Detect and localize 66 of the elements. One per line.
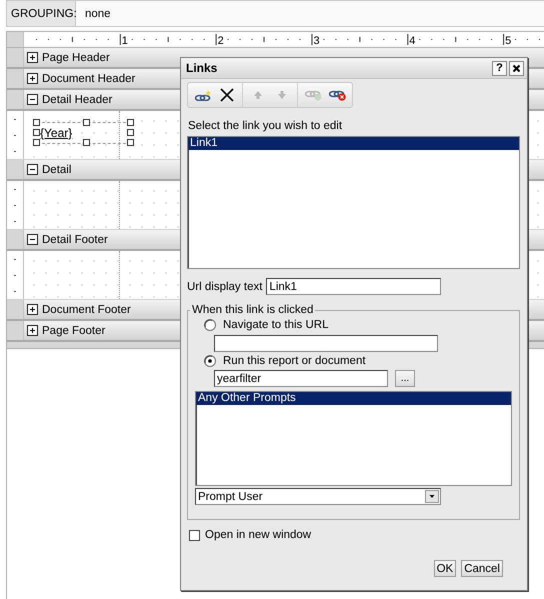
section-title: Page Footer [42,324,106,336]
collapse-icon[interactable] [27,94,38,105]
ruler-number: 5 [505,35,512,47]
resize-handle[interactable] [83,139,90,146]
expand-icon[interactable] [27,325,38,336]
row-handle[interactable] [7,300,24,319]
group-label: When this link is clicked [191,304,314,316]
list-label: Select the link you wish to edit [188,120,344,132]
resize-handle[interactable] [33,139,40,146]
row-handle[interactable] [7,69,24,88]
resize-handle[interactable] [127,139,134,146]
row-handle[interactable] [7,160,24,179]
list-item[interactable]: Any Other Prompts [196,392,511,405]
ruler-number: 3 [313,35,320,47]
close-icon [512,64,521,72]
section-title: Detail [42,164,72,176]
field-label: Url display text [187,280,262,292]
grouping-label: GROUPING: [11,8,77,20]
grouping-value: none [85,8,111,20]
up-arrow-icon [253,90,263,100]
row-handle[interactable] [7,230,24,249]
resize-handle[interactable] [127,129,134,136]
expand-icon[interactable] [27,52,38,63]
dropdown[interactable]: Prompt User [195,488,441,505]
help-button[interactable]: ? [492,60,507,76]
row-handle [7,32,24,47]
link-check-icon [304,90,322,100]
dialog-title: Links [186,61,218,75]
resize-handle[interactable] [33,119,40,126]
close-button[interactable] [509,60,524,76]
expand-icon[interactable] [27,304,38,315]
ruler-number: 1 [122,35,128,47]
input-field[interactable]: yearfilter [214,370,388,387]
section-title: Detail Header [42,94,112,106]
resize-handle[interactable] [33,129,40,136]
collapse-icon[interactable] [27,164,38,175]
section-title: Document Header [42,72,136,84]
input-field[interactable]: Link1 [266,278,442,295]
radio-button[interactable] [204,355,216,367]
add-link-icon [194,89,212,101]
list-item[interactable]: Link1 [188,137,519,150]
delete-icon [220,88,234,102]
dialog-button[interactable]: Cancel [461,560,503,577]
expand-icon[interactable] [27,73,38,84]
resize-handle[interactable] [127,119,134,126]
checkbox-label: Open in new window [205,529,312,541]
ruler-number: 4 [409,35,416,47]
link-remove-icon [328,90,346,100]
section-title: Document Footer [42,304,131,316]
collapse-icon[interactable] [27,234,38,245]
report-field[interactable]: {Year} [40,126,72,140]
resize-handle[interactable] [83,119,90,126]
input-field[interactable] [214,335,438,352]
radio-label: Navigate to this URL [223,319,328,331]
section-title: Page Header [42,52,110,64]
ruler-number: 2 [218,35,224,47]
section-title: Detail Footer [42,234,108,246]
browse-button[interactable]: ... [395,370,415,387]
radio-label: Run this report or document [223,355,366,367]
row-handle[interactable] [7,48,24,67]
checkbox[interactable] [189,530,200,540]
row-handle[interactable] [7,321,24,340]
dialog-button[interactable]: OK [434,560,456,577]
row-handle[interactable] [7,90,24,109]
down-arrow-icon [277,90,287,100]
radio-button[interactable] [204,319,216,331]
